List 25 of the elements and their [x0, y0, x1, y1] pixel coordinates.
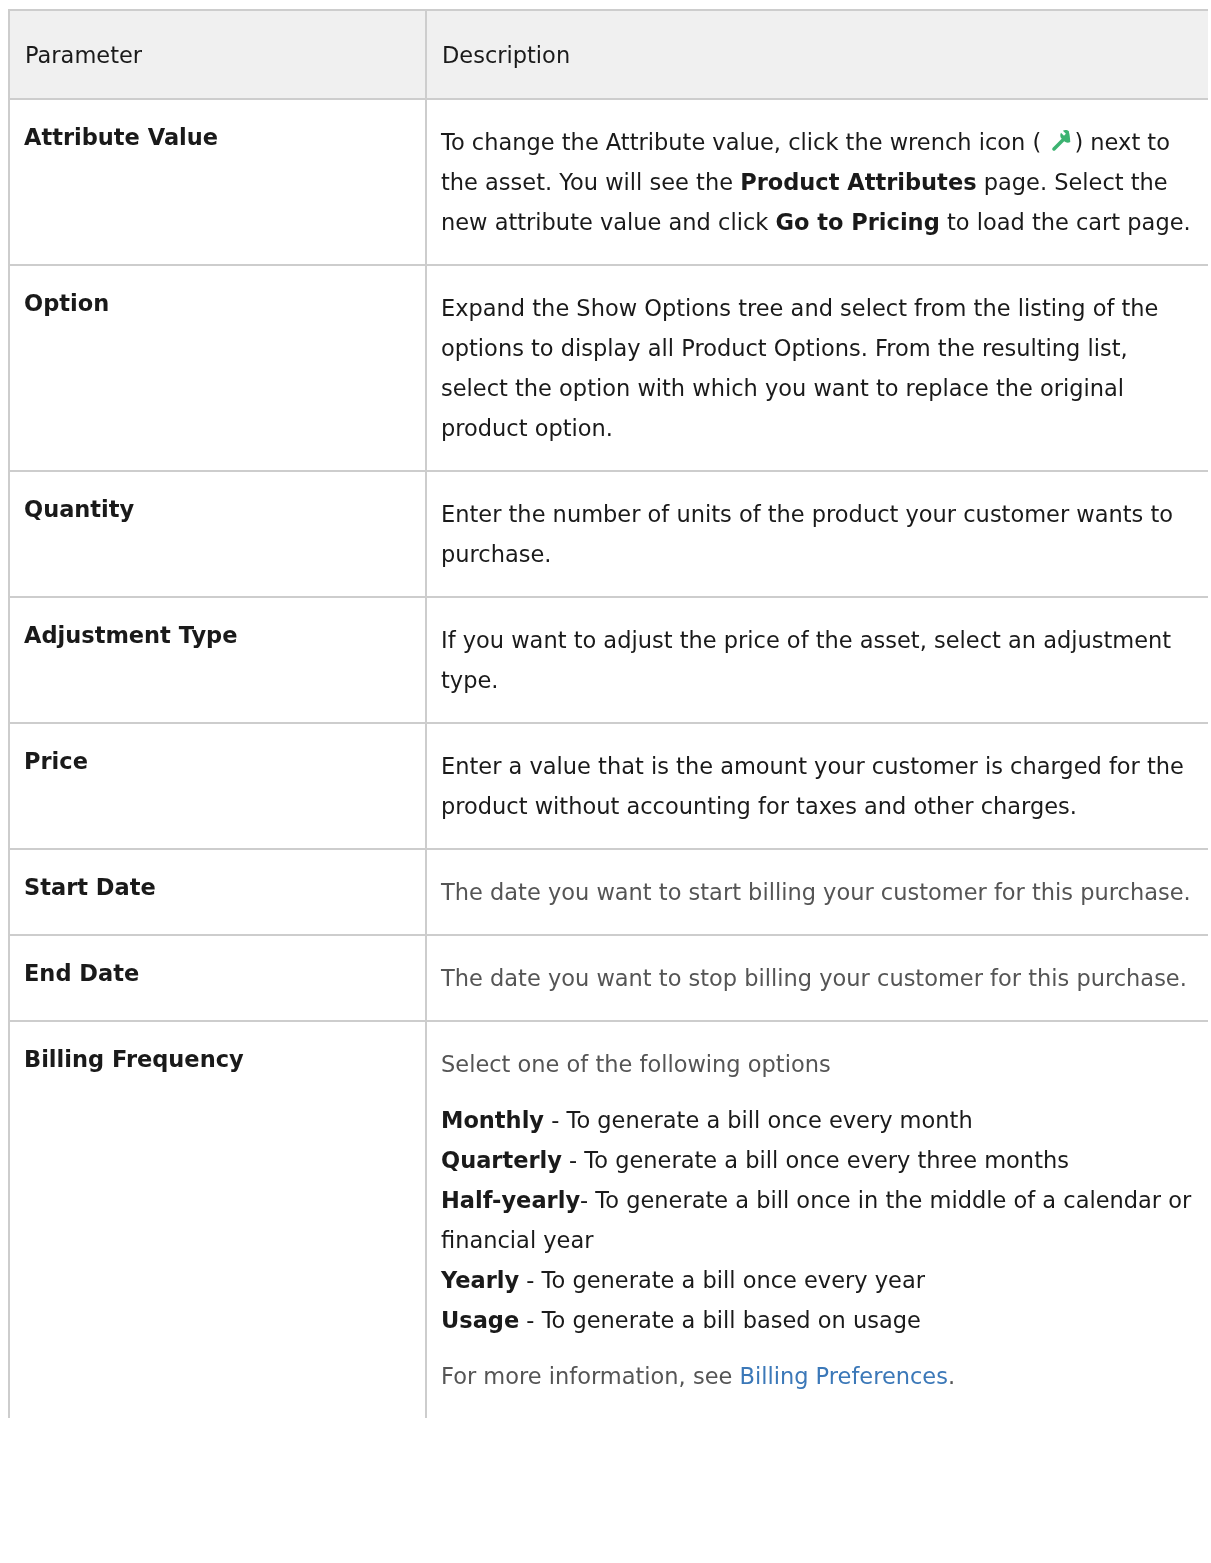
description-text: For more information, see Billing Preferences.	[441, 1362, 956, 1391]
parameter-name: Option	[24, 289, 110, 318]
column-header: Description	[426, 10, 1208, 99]
column-header: Parameter	[9, 10, 426, 99]
billing-preferences-link[interactable]: Billing Preferences	[739, 1363, 948, 1389]
description-text: Select one of the following options	[441, 1050, 831, 1079]
option-description: Usage - To generate a bill based on usage	[441, 1306, 921, 1335]
parameter-name: Price	[24, 747, 88, 776]
parameter-name: Start Date	[24, 873, 156, 902]
description-text: Enter the number of units of the product your customer wants to purchase.	[441, 500, 1175, 569]
parameter-name: End Date	[24, 959, 140, 988]
parameter-name: Adjustment Type	[24, 621, 238, 650]
option-description: Monthly - To generate a bill once every month	[441, 1106, 973, 1135]
description-text: The date you want to stop billing your customer for this purchase.	[441, 964, 1187, 993]
description-text: Expand the Show Options tree and select from the listing of the options to display all Product Options. From the resulting list, select the option with which you want to replace the original product option.	[441, 294, 1160, 443]
description-text: To change the Attribute value, click the wrench icon ( ) next to the asset. You will see the Product Attributes page. Select the new attribute value and click Go to Pricing to load the cart page.	[441, 127, 1192, 237]
description-text: If you want to adjust the price of the asset, select an adjustment type.	[441, 626, 1173, 695]
description-text: Enter a value that is the amount your customer is charged for the product without accounting for taxes and other charges.	[441, 752, 1185, 821]
option-description: Yearly - To generate a bill once every year	[441, 1266, 925, 1295]
parameter-name: Billing Frequency	[24, 1045, 244, 1074]
parameter-name: Attribute Value	[24, 123, 219, 152]
parameter-name: Quantity	[24, 495, 135, 524]
option-description: Quarterly - To generate a bill once every three months	[441, 1146, 1069, 1175]
option-description: Half-yearly- To generate a bill once in the middle of a calendar or financial year	[441, 1186, 1193, 1255]
description-text: The date you want to start billing your customer for this purchase.	[441, 878, 1191, 907]
